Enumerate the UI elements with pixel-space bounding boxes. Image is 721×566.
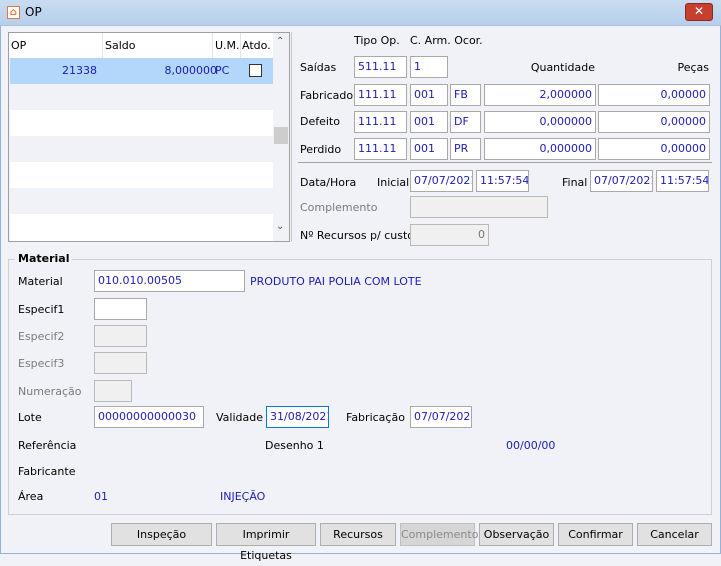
table-row-empty	[10, 162, 273, 188]
header-pecas: Peças	[677, 61, 709, 74]
atdo-checkbox[interactable]	[249, 64, 262, 77]
table-row-empty	[10, 136, 273, 162]
referencia-label: Referência	[18, 439, 77, 452]
material-input[interactable]: 010.010.00505	[94, 270, 245, 292]
header-quantidade: Quantidade	[530, 61, 595, 74]
separator	[298, 162, 712, 163]
perdido-quantidade-input[interactable]: 0,000000	[484, 138, 596, 160]
cell-um: PC	[215, 64, 230, 77]
complementos-button: Complementos	[400, 523, 484, 546]
saidas-c-arm-input[interactable]: 1	[410, 56, 448, 78]
desenho-label: Desenho 1	[265, 439, 324, 452]
especif1-input[interactable]	[94, 298, 147, 320]
inspecao-button[interactable]: Inspeção	[111, 523, 212, 546]
material-description: PRODUTO PAI POLIA COM LOTE	[250, 275, 422, 288]
defeito-tipo-op-input[interactable]: 111.11	[354, 111, 407, 133]
datahora-label: Data/Hora	[300, 176, 357, 189]
fabricado-tipo-op-input[interactable]: 111.11	[354, 84, 407, 106]
validade-input[interactable]: 31/08/2021	[266, 406, 329, 428]
defeito-quantidade-input[interactable]: 0,000000	[484, 111, 596, 133]
perdido-label: Perdido	[300, 143, 342, 156]
saidas-label: Saídas	[300, 61, 337, 74]
final-label: Final	[562, 176, 588, 189]
numeracao-input	[94, 380, 132, 402]
col-atdo[interactable]: Atdo.	[242, 39, 271, 52]
recursos-label: Nº Recursos p/ custos	[300, 229, 420, 242]
perdido-pecas-input[interactable]: 0,00000	[598, 138, 710, 160]
desenho-value: 00/00/00	[506, 439, 556, 452]
header-tipo-op: Tipo Op.	[354, 34, 400, 47]
col-saldo[interactable]: Saldo	[105, 39, 136, 52]
validade-label: Validade	[216, 411, 263, 424]
recursos-button[interactable]: Recursos	[320, 523, 396, 546]
material-group-title: Material	[15, 252, 73, 265]
perdido-tipo-op-input[interactable]: 111.11	[354, 138, 407, 160]
cancelar-button[interactable]: Cancelar	[637, 523, 712, 546]
table-row-empty	[10, 214, 273, 241]
table-row-empty	[10, 84, 273, 110]
recursos-input: 0	[410, 224, 489, 246]
grid-scrollbar[interactable]: ⌃ ⌄	[273, 33, 289, 241]
table-row[interactable]: 21338 8,000000 PC	[10, 58, 273, 84]
col-um[interactable]: U.M.	[215, 39, 240, 52]
fabricante-label: Fabricante	[18, 465, 76, 478]
confirmar-button[interactable]: Confirmar	[558, 523, 633, 546]
table-row-empty	[10, 188, 273, 214]
observacao-button[interactable]: Observação	[479, 523, 554, 546]
fabricado-label: Fabricado	[300, 89, 354, 102]
window-title: OP	[25, 5, 42, 19]
defeito-ocor-input[interactable]: DF	[450, 111, 481, 133]
numeracao-label: Numeração	[18, 385, 82, 398]
scroll-up-icon[interactable]: ⌃	[276, 36, 284, 47]
lote-input[interactable]: 00000000000030	[94, 406, 204, 428]
especif3-input	[94, 352, 147, 374]
especif3-label: Especif3	[18, 357, 65, 370]
col-op[interactable]: OP	[11, 39, 26, 52]
complemento-label: Complemento	[300, 201, 378, 214]
especif2-label: Especif2	[18, 330, 65, 343]
final-date-input[interactable]: 07/07/2021	[590, 170, 653, 192]
op-grid: OP Saldo U.M. Atdo. 21338 8,000000 PC ⌃ …	[8, 32, 290, 242]
fabricado-ocor-input[interactable]: FB	[450, 84, 481, 106]
cell-op: 21338	[62, 64, 97, 77]
inicial-label: Inicial	[377, 176, 410, 189]
fabricado-pecas-input[interactable]: 0,00000	[598, 84, 710, 106]
lote-label: Lote	[18, 411, 42, 424]
title-bar: ⌂ OP ✕	[0, 0, 721, 26]
app-icon: ⌂	[7, 6, 20, 19]
perdido-ocor-input[interactable]: PR	[450, 138, 481, 160]
perdido-c-arm-input[interactable]: 001	[410, 138, 448, 160]
area-description: INJEÇÃO	[220, 490, 266, 503]
fabricado-c-arm-input[interactable]: 001	[410, 84, 448, 106]
fabricado-quantidade-input[interactable]: 2,000000	[484, 84, 596, 106]
inicial-date-input[interactable]: 07/07/2021	[410, 170, 473, 192]
table-row-empty	[10, 110, 273, 136]
scroll-down-icon[interactable]: ⌄	[276, 221, 284, 232]
fabricacao-input[interactable]: 07/07/2021	[410, 406, 472, 428]
close-icon: ✕	[693, 4, 705, 18]
cell-saldo: 8,000000	[164, 64, 218, 77]
area-label: Área	[18, 490, 44, 503]
scroll-thumb[interactable]	[274, 127, 288, 144]
imprimir-etiquetas-button[interactable]: Imprimir Etiquetas	[216, 523, 316, 562]
fabricacao-label: Fabricação	[346, 411, 405, 424]
grid-header: OP Saldo U.M. Atdo.	[9, 33, 273, 58]
saidas-tipo-op-input[interactable]: 511.11	[354, 56, 407, 78]
defeito-pecas-input[interactable]: 0,00000	[598, 111, 710, 133]
complemento-input	[410, 196, 548, 218]
defeito-c-arm-input[interactable]: 001	[410, 111, 448, 133]
inicial-time-input[interactable]: 11:57:54	[476, 170, 529, 192]
final-time-input[interactable]: 11:57:54	[656, 170, 709, 192]
area-code: 01	[94, 490, 108, 503]
defeito-label: Defeito	[300, 115, 340, 128]
especif2-input	[94, 325, 147, 347]
header-c-arm-ocor: C. Arm. Ocor.	[410, 34, 483, 47]
especif1-label: Especif1	[18, 303, 65, 316]
close-button[interactable]: ✕	[685, 3, 713, 21]
material-label: Material	[18, 275, 63, 288]
